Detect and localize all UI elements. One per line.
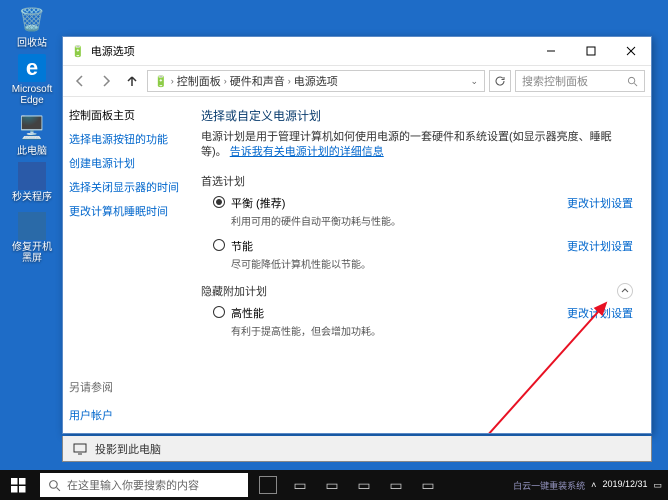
plan-desc: 尽可能降低计算机性能以节能。 (231, 256, 371, 271)
chevron-down-icon[interactable]: ⌄ (470, 76, 478, 87)
desktop-icon-recycle[interactable]: 🗑️ 回收站 (8, 4, 56, 49)
taskbar-app[interactable]: ▭ (284, 470, 316, 500)
plan-balanced: 平衡 (推荐) 利用可用的硬件自动平衡功耗与性能。 更改计划设置 (213, 195, 633, 228)
edge-icon: e (18, 54, 46, 82)
change-plan-link[interactable]: 更改计划设置 (567, 305, 633, 321)
plan-desc: 有利于提高性能，但会增加功耗。 (231, 323, 381, 338)
projector-label: 投影到此电脑 (95, 441, 161, 457)
desktop-icon-label: 此电脑 (8, 146, 56, 157)
radio-high-perf[interactable] (213, 306, 225, 318)
taskbar-clock[interactable]: 2019/12/31 (602, 480, 647, 490)
desktop-icon-thispc[interactable]: 🖥️ 此电脑 (8, 112, 56, 157)
close-button[interactable] (611, 37, 651, 65)
start-button[interactable] (0, 470, 36, 500)
radio-balanced[interactable] (213, 196, 225, 208)
taskbar-app[interactable]: ▭ (316, 470, 348, 500)
recycle-bin-icon: 🗑️ (16, 4, 48, 36)
sidebar-link-user-accounts[interactable]: 用户帐户 (69, 407, 185, 423)
projector-icon (73, 443, 87, 455)
help-link[interactable]: 告诉我有关电源计划的详细信息 (230, 146, 384, 158)
tray-chevron-icon[interactable]: ˄ (591, 480, 596, 490)
app-icon (18, 162, 46, 190)
computer-icon: 🖥️ (16, 112, 48, 144)
change-plan-link[interactable]: 更改计划设置 (567, 238, 633, 254)
taskbar: 在这里输入你要搜索的内容 ▭ ▭ ▭ ▭ ▭ 白云一键重装系统 ˄ 2019/1… (0, 470, 668, 500)
refresh-button[interactable] (489, 70, 511, 92)
sidebar-link-display-off[interactable]: 选择关闭显示器的时间 (69, 179, 185, 195)
taskbar-app[interactable]: ▭ (412, 470, 444, 500)
desktop-icon-label: 修复开机黑屏 (8, 242, 56, 264)
search-icon (627, 76, 638, 87)
taskbar-app[interactable]: ▭ (380, 470, 412, 500)
collapse-button[interactable] (617, 283, 633, 299)
desktop-icon-label: 回收站 (8, 38, 56, 49)
plan-name: 节能 (231, 238, 371, 254)
plan-high-perf: 高性能 有利于提高性能，但会增加功耗。 更改计划设置 (213, 305, 633, 338)
maximize-button[interactable] (571, 37, 611, 65)
desktop-icon-label: Microsoft Edge (8, 84, 56, 106)
control-panel-window: 🔋 电源选项 🔋 › 控制面板 › (62, 36, 652, 434)
app-icon (18, 212, 46, 240)
taskbar-taskview[interactable] (252, 470, 284, 500)
chevron-right-icon: › (224, 76, 227, 86)
sidebar-link-create-plan[interactable]: 创建电源计划 (69, 155, 185, 171)
battery-icon: 🔋 (154, 75, 168, 88)
chevron-right-icon: › (171, 76, 174, 86)
notifications-icon[interactable]: ▭ (653, 480, 662, 491)
navbar: 🔋 › 控制面板 › 硬件和声音 › 电源选项 ⌄ 搜索控制面板 (63, 65, 651, 97)
search-placeholder: 在这里输入你要搜索的内容 (67, 477, 199, 493)
page-description: 电源计划是用于管理计算机如何使用电源的一套硬件和系统设置(如显示器亮度、睡眠等)… (201, 130, 633, 161)
battery-icon: 🔋 (71, 45, 85, 58)
desktop-icon-app2[interactable]: 修复开机黑屏 (8, 212, 56, 264)
page-title: 选择或自定义电源计划 (201, 107, 633, 124)
sidebar-see-also: 另请参阅 (69, 379, 185, 395)
search-input[interactable]: 搜索控制面板 (515, 70, 645, 92)
plan-name: 平衡 (推荐) (231, 195, 401, 211)
chevron-right-icon: › (288, 76, 291, 86)
section-preferred-plans: 首选计划 (201, 173, 633, 189)
sidebar: 控制面板主页 选择电源按钮的功能 创建电源计划 选择关闭显示器的时间 更改计算机… (63, 97, 191, 433)
radio-saver[interactable] (213, 239, 225, 251)
system-tray: 白云一键重装系统 ˄ 2019/12/31 ▭ (513, 479, 668, 492)
change-plan-link[interactable]: 更改计划设置 (567, 195, 633, 211)
minimize-button[interactable] (531, 37, 571, 65)
search-placeholder: 搜索控制面板 (522, 73, 588, 89)
sidebar-link-sleep-time[interactable]: 更改计算机睡眠时间 (69, 203, 185, 219)
window-title: 电源选项 (91, 43, 135, 59)
desktop-icon-edge[interactable]: e Microsoft Edge (8, 54, 56, 106)
nav-up-button[interactable] (121, 70, 143, 92)
breadcrumb-segment[interactable]: 硬件和声音 (230, 73, 285, 89)
desktop-icon-app1[interactable]: 秒关程序 (8, 162, 56, 203)
projector-bar[interactable]: 投影到此电脑 (62, 436, 652, 462)
nav-back-button[interactable] (69, 70, 91, 92)
breadcrumb-segment[interactable]: 电源选项 (294, 73, 338, 89)
section-hidden-plans: 隐藏附加计划 (201, 283, 267, 299)
watermark: 白云一键重装系统 (513, 479, 585, 492)
titlebar: 🔋 电源选项 (63, 37, 651, 65)
plan-desc: 利用可用的硬件自动平衡功耗与性能。 (231, 213, 401, 228)
desktop-icon-label: 秒关程序 (8, 192, 56, 203)
main-content: 选择或自定义电源计划 电源计划是用于管理计算机如何使用电源的一套硬件和系统设置(… (191, 97, 651, 433)
nav-forward-button[interactable] (95, 70, 117, 92)
taskbar-app[interactable]: ▭ (348, 470, 380, 500)
breadcrumb-segment[interactable]: 控制面板 (177, 73, 221, 89)
sidebar-header[interactable]: 控制面板主页 (69, 107, 185, 123)
plan-name: 高性能 (231, 305, 381, 321)
plan-saver: 节能 尽可能降低计算机性能以节能。 更改计划设置 (213, 238, 633, 271)
taskbar-search[interactable]: 在这里输入你要搜索的内容 (40, 473, 248, 497)
search-icon (48, 479, 61, 492)
breadcrumb[interactable]: 🔋 › 控制面板 › 硬件和声音 › 电源选项 ⌄ (147, 70, 485, 92)
sidebar-link-power-button[interactable]: 选择电源按钮的功能 (69, 131, 185, 147)
